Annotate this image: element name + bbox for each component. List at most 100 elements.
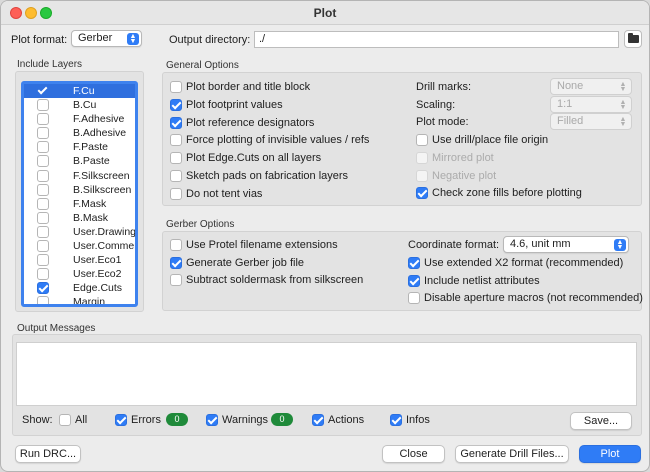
title-bar: Plot	[1, 1, 649, 25]
layer-name: F.Adhesive	[73, 113, 125, 126]
checkbox[interactable]	[115, 414, 127, 426]
layer-row-b-silkscreen[interactable]: B.Silkscreen	[24, 183, 135, 197]
plot-mode-select[interactable]: Filled ▲ ▼	[550, 113, 632, 130]
close-button[interactable]: Close	[382, 445, 445, 463]
checkbox[interactable]	[170, 116, 182, 129]
layer-row-f-silkscreen[interactable]: F.Silkscreen	[24, 169, 135, 183]
output-directory-input[interactable]: ./	[254, 31, 619, 48]
checkbox[interactable]	[408, 257, 420, 269]
option-label: Negative plot	[432, 169, 497, 182]
layer-checkbox[interactable]	[37, 282, 49, 295]
layer-checkbox[interactable]	[37, 183, 49, 196]
layer-name: F.Cu	[73, 85, 95, 97]
option-label: Plot border and title block	[186, 81, 311, 93]
layer-row-user-eco2[interactable]: User.Eco2	[24, 267, 135, 281]
chevron-updown-icon: ▲ ▼	[127, 33, 139, 45]
chevron-updown-icon: ▲ ▼	[614, 239, 626, 251]
layer-name: B.Cu	[73, 99, 97, 112]
layer-checkbox[interactable]	[37, 85, 49, 97]
generate-drill-files-button[interactable]: Generate Drill Files...	[455, 445, 569, 463]
checkbox[interactable]	[170, 187, 182, 200]
option-label: Subtract soldermask from silkscreen	[186, 274, 364, 286]
scaling-select[interactable]: 1:1 ▲ ▼	[550, 96, 632, 113]
plot-mode-label: Plot mode:	[416, 116, 469, 128]
layer-name: User.Comments	[73, 240, 135, 253]
output-messages-area[interactable]	[16, 342, 637, 406]
checkbox[interactable]	[206, 414, 218, 426]
layer-checkbox[interactable]	[37, 155, 49, 168]
layer-row-user-comments[interactable]: User.Comments	[24, 239, 135, 253]
chevron-updown-icon: ▲ ▼	[619, 81, 627, 93]
checkbox[interactable]	[170, 170, 182, 182]
checkbox[interactable]	[59, 414, 71, 426]
layer-row-f-paste[interactable]: F.Paste	[24, 140, 135, 154]
layer-checkbox[interactable]	[37, 296, 49, 304]
option-label: Sketch pads on fabrication layers	[186, 170, 349, 182]
layer-checkbox[interactable]	[37, 225, 49, 238]
layer-name: User.Eco1	[73, 254, 122, 267]
layer-name: User.Eco2	[73, 268, 122, 281]
browse-folder-button[interactable]	[624, 30, 642, 48]
layer-checkbox[interactable]	[37, 99, 49, 112]
save-messages-button[interactable]: Save...	[570, 412, 632, 430]
plot-button[interactable]: Plot	[579, 445, 641, 463]
coordinate-format-select[interactable]: 4.6, unit mm ▲ ▼	[503, 236, 629, 253]
layer-row-b-adhesive[interactable]: B.Adhesive	[24, 126, 135, 140]
layer-name: B.Mask	[73, 211, 109, 224]
option-label: Do not tent vias	[186, 187, 263, 200]
checkbox[interactable]	[170, 98, 182, 111]
checkbox[interactable]	[170, 81, 182, 93]
checkbox[interactable]	[170, 256, 182, 269]
scaling-label: Scaling:	[416, 99, 456, 111]
plot-format-value: Gerber	[78, 32, 113, 44]
checkbox[interactable]	[170, 239, 182, 251]
drill-marks-label: Drill marks:	[416, 81, 471, 93]
checkbox[interactable]	[408, 274, 420, 287]
checkbox[interactable]	[416, 187, 428, 200]
layer-name: B.Paste	[73, 155, 110, 168]
layer-row-user-drawings[interactable]: User.Drawings	[24, 225, 135, 239]
checkbox[interactable]	[416, 134, 428, 146]
option-label: Disable aperture macros (not recommended…	[424, 292, 643, 304]
checkbox[interactable]	[416, 169, 428, 182]
plot-format-select[interactable]: Gerber ▲ ▼	[71, 30, 142, 47]
layer-row-margin[interactable]: Margin	[24, 295, 135, 304]
plot-format-label: Plot format:	[11, 34, 68, 46]
run-drc-button[interactable]: Run DRC...	[15, 445, 81, 463]
layer-row-f-cu[interactable]: F.Cu	[24, 84, 135, 99]
layer-row-f-mask[interactable]: F.Mask	[24, 197, 135, 211]
drill-marks-select[interactable]: None ▲ ▼	[550, 78, 632, 95]
gerber-options-title: Gerber Options	[166, 219, 235, 230]
checkbox[interactable]	[170, 134, 182, 147]
layer-checkbox[interactable]	[37, 254, 49, 267]
layer-checkbox[interactable]	[37, 268, 49, 281]
checkbox[interactable]	[312, 414, 324, 426]
layer-row-b-cu[interactable]: B.Cu	[24, 98, 135, 112]
layer-name: User.Drawings	[73, 225, 138, 238]
layer-row-edge-cuts[interactable]: Edge.Cuts	[24, 281, 135, 295]
general-options-title: General Options	[166, 60, 239, 71]
layer-checkbox[interactable]	[37, 240, 49, 253]
layer-checkbox[interactable]	[37, 197, 49, 210]
checkbox[interactable]	[170, 274, 182, 286]
plot-dialog: Plot Plot format: Gerber ▲ ▼ Output direc…	[0, 0, 650, 472]
coordinate-format-value: 4.6, unit mm	[510, 238, 571, 250]
checkbox[interactable]	[408, 292, 420, 304]
coordinate-format-label: Coordinate format:	[408, 239, 500, 251]
layer-row-b-paste[interactable]: B.Paste	[24, 154, 135, 168]
checkbox[interactable]	[170, 152, 182, 165]
layer-checkbox[interactable]	[37, 169, 49, 182]
layers-list[interactable]: F.Cu B.Cu F.Adhesive B.Adhesive F.Paste B.Pas…	[21, 81, 138, 307]
layer-row-f-adhesive[interactable]: F.Adhesive	[24, 112, 135, 126]
layer-checkbox[interactable]	[37, 141, 49, 154]
layer-checkbox[interactable]	[37, 211, 49, 224]
checkbox[interactable]	[390, 414, 402, 426]
layer-row-b-mask[interactable]: B.Mask	[24, 211, 135, 225]
layer-row-user-eco1[interactable]: User.Eco1	[24, 253, 135, 267]
layer-checkbox[interactable]	[37, 113, 49, 126]
folder-icon	[628, 33, 639, 43]
layer-name: Edge.Cuts	[73, 282, 123, 295]
output-directory-value: ./	[259, 33, 266, 45]
layer-checkbox[interactable]	[37, 127, 49, 140]
checkbox[interactable]	[416, 151, 428, 164]
